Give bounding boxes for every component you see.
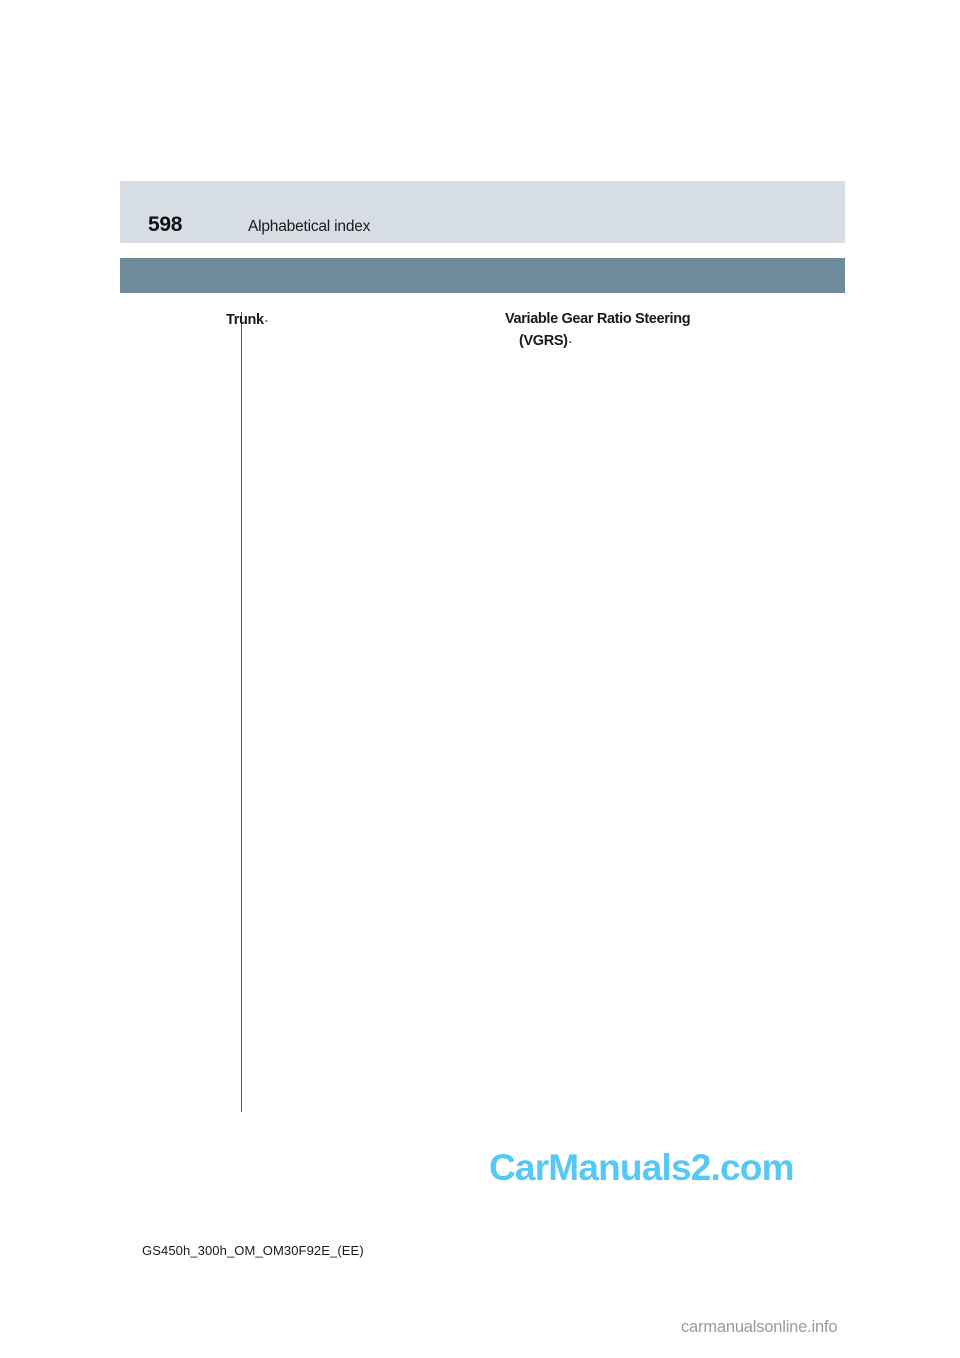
leader-dots: ........................................… bbox=[264, 312, 269, 324]
header-accent-band bbox=[120, 258, 845, 293]
right-entries-group: Variable Gear Ratio Steering............… bbox=[497, 312, 960, 1358]
page-title: Alphabetical index bbox=[248, 218, 371, 235]
document-code: GS450h_300h_OM_OM30F92E_(EE) bbox=[142, 1243, 364, 1258]
site-footer: carmanualsonline.info bbox=[681, 1318, 838, 1336]
right-index-column: Variable Gear Ratio Steering............… bbox=[497, 312, 960, 1358]
index-entry-label: Variable Gear Ratio Steering bbox=[505, 311, 691, 327]
page-header-band bbox=[120, 181, 845, 243]
page-number: 598 bbox=[148, 213, 183, 236]
index-entry: (VGRS)..................................… bbox=[497, 332, 960, 1358]
left-index-column: Trunk...................................… bbox=[218, 312, 960, 1358]
index-entry-label: Trunk bbox=[226, 312, 264, 328]
index-entry: Variable Gear Ratio Steering............… bbox=[497, 312, 761, 327]
index-page: 598 Alphabetical index Trunk............… bbox=[0, 0, 960, 1358]
index-entry-label: (VGRS) bbox=[519, 332, 568, 349]
index-entry: Trunk...................................… bbox=[218, 312, 960, 1358]
index-entry-page: 324 bbox=[573, 332, 960, 1358]
leader-dots: ........................................… bbox=[568, 332, 573, 345]
watermark: CarManuals2.com bbox=[489, 1147, 794, 1188]
left-entries-group: Trunk...................................… bbox=[218, 312, 960, 1358]
